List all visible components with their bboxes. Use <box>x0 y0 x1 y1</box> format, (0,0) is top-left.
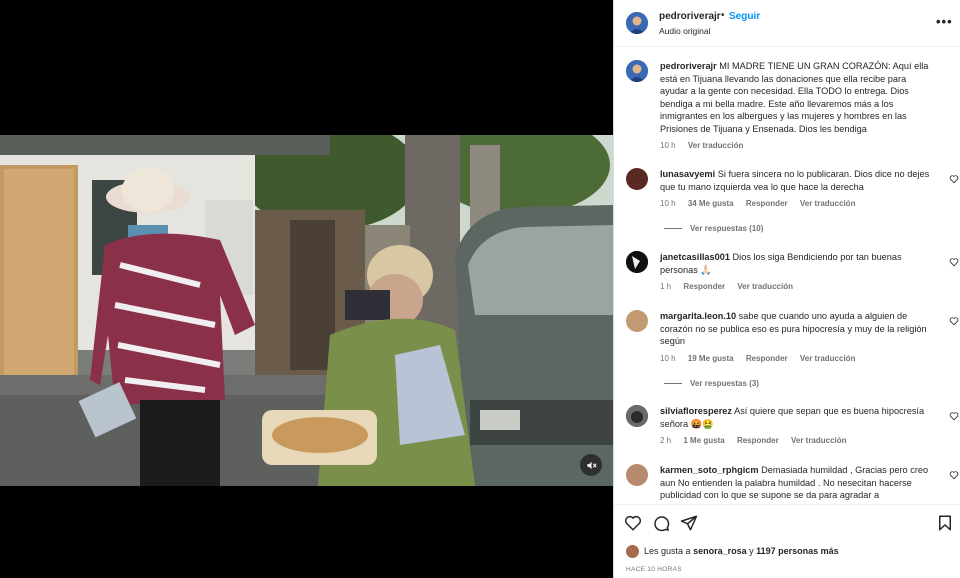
comment-username[interactable]: margarita.leon.10 <box>660 311 736 321</box>
save-bookmark-icon[interactable] <box>936 514 954 532</box>
avatar[interactable] <box>626 168 648 190</box>
instagram-post-modal: pedroriverajr • Seguir Audio original ••… <box>0 0 960 578</box>
view-replies-button[interactable]: Ver respuestas (3) <box>664 379 759 388</box>
mute-button[interactable] <box>580 454 602 476</box>
translate-link[interactable]: Ver traducción <box>688 141 744 150</box>
comment-text: janetcasillas001 Dios los siga Bendicien… <box>660 251 936 276</box>
separator-dot: • <box>721 10 725 21</box>
likes-prefix: Les gusta a <box>644 545 691 556</box>
comment-time[interactable]: 1 h <box>660 282 671 291</box>
comment-item: margarita.leon.10 sabe que cuando uno ay… <box>626 310 960 390</box>
comment-bubble-icon[interactable] <box>652 514 670 532</box>
comment-meta: 10 h 19 Me gusta Responder Ver traducció… <box>660 354 865 363</box>
avatar[interactable] <box>626 464 648 486</box>
replies-line <box>664 228 682 230</box>
comment-item: silviafloresperez Así quiere que sepan q… <box>626 405 960 455</box>
media-area <box>0 0 613 578</box>
post-video[interactable] <box>0 135 613 486</box>
post-side-panel: pedroriverajr • Seguir Audio original ••… <box>614 0 960 578</box>
like-heart-icon[interactable] <box>949 174 959 184</box>
avatar-image <box>626 12 648 34</box>
more-options-icon[interactable]: ••• <box>936 14 953 29</box>
caption-meta: 10 h Ver traducción <box>660 141 753 150</box>
comment-text: margarita.leon.10 sabe que cuando uno ay… <box>660 310 936 348</box>
comment-item: janetcasillas001 Dios los siga Bendicien… <box>626 251 960 301</box>
like-heart-icon[interactable] <box>949 411 959 421</box>
follow-button[interactable]: Seguir <box>729 11 760 22</box>
reply-button[interactable]: Responder <box>737 436 779 445</box>
caption-time[interactable]: 10 h <box>660 141 676 150</box>
translate-link[interactable]: Ver traducción <box>800 354 856 363</box>
comment-text: lunasavyemi Si fuera sincera no lo publi… <box>660 168 936 193</box>
avatar[interactable] <box>626 251 648 273</box>
comments-list[interactable]: pedroriverajr MI MADRE TIENE UN GRAN COR… <box>614 48 960 504</box>
likes-middle: y <box>749 545 754 556</box>
view-replies-button[interactable]: Ver respuestas (10) <box>664 224 763 233</box>
likes-summary: Les gusta a senora_rosa y 1197 personas … <box>626 545 839 558</box>
comment-likes[interactable]: 19 Me gusta <box>688 354 734 363</box>
avatar[interactable] <box>626 545 639 558</box>
caption-item: pedroriverajr MI MADRE TIENE UN GRAN COR… <box>626 60 960 160</box>
likes-user-link[interactable]: senora_rosa <box>693 546 747 556</box>
comment-text: karmen_soto_rphgicm Demasiada humildad ,… <box>660 464 936 502</box>
comment-username[interactable]: karmen_soto_rphgicm <box>660 465 759 475</box>
comment-username[interactable]: silviafloresperez <box>660 406 732 416</box>
avatar-image <box>626 60 648 82</box>
avatar[interactable] <box>626 60 648 82</box>
comment-text: silviafloresperez Así quiere que sepan q… <box>660 405 936 430</box>
view-replies-label: Ver respuestas (10) <box>690 224 764 233</box>
caption-text: pedroriverajr MI MADRE TIENE UN GRAN COR… <box>660 60 936 135</box>
avatar-image <box>626 405 648 427</box>
comment-likes[interactable]: 1 Me gusta <box>683 436 724 445</box>
reply-button[interactable]: Responder <box>746 354 788 363</box>
like-heart-icon[interactable] <box>949 257 959 267</box>
comment-time[interactable]: 2 h <box>660 436 671 445</box>
post-timestamp[interactable]: HACE 10 HORAS <box>626 566 682 573</box>
caption-username[interactable]: pedroriverajr <box>660 61 717 71</box>
comment-item: karmen_soto_rphgicm Demasiada humildad ,… <box>626 464 960 504</box>
translate-link[interactable]: Ver traducción <box>791 436 847 445</box>
reply-button[interactable]: Responder <box>683 282 725 291</box>
comment-time[interactable]: 10 h <box>660 199 676 208</box>
post-header: pedroriverajr • Seguir Audio original ••… <box>614 0 960 47</box>
speaker-muted-icon <box>586 461 596 469</box>
like-heart-icon[interactable] <box>624 514 642 532</box>
like-heart-icon[interactable] <box>949 470 959 480</box>
video-frame <box>0 135 613 486</box>
caption-body: MI MADRE TIENE UN GRAN CORAZÓN: Aquí ell… <box>660 61 929 134</box>
comment-time[interactable]: 10 h <box>660 354 676 363</box>
translate-link[interactable]: Ver traducción <box>800 199 856 208</box>
audio-label[interactable]: Audio original <box>659 26 711 36</box>
comment-meta: 2 h 1 Me gusta Responder Ver traducción <box>660 436 857 445</box>
avatar-image <box>626 251 648 273</box>
avatar[interactable] <box>626 12 648 34</box>
reply-button[interactable]: Responder <box>746 199 788 208</box>
translate-link[interactable]: Ver traducción <box>737 282 793 291</box>
view-replies-label: Ver respuestas (3) <box>690 379 759 388</box>
comment-username[interactable]: janetcasillas001 <box>660 252 730 262</box>
share-paper-plane-icon[interactable] <box>680 514 698 532</box>
replies-line <box>664 383 682 385</box>
likes-count-link[interactable]: 1197 personas más <box>756 546 839 556</box>
post-actions-footer: Les gusta a senora_rosa y 1197 personas … <box>614 504 960 578</box>
comment-username[interactable]: lunasavyemi <box>660 169 715 179</box>
avatar[interactable] <box>626 310 648 332</box>
comment-meta: 10 h 34 Me gusta Responder Ver traducció… <box>660 199 865 208</box>
like-heart-icon[interactable] <box>949 316 959 326</box>
post-author-username[interactable]: pedroriverajr <box>659 11 721 22</box>
comment-likes[interactable]: 34 Me gusta <box>688 199 734 208</box>
avatar[interactable] <box>626 405 648 427</box>
comment-meta: 1 h Responder Ver traducción <box>660 282 803 291</box>
